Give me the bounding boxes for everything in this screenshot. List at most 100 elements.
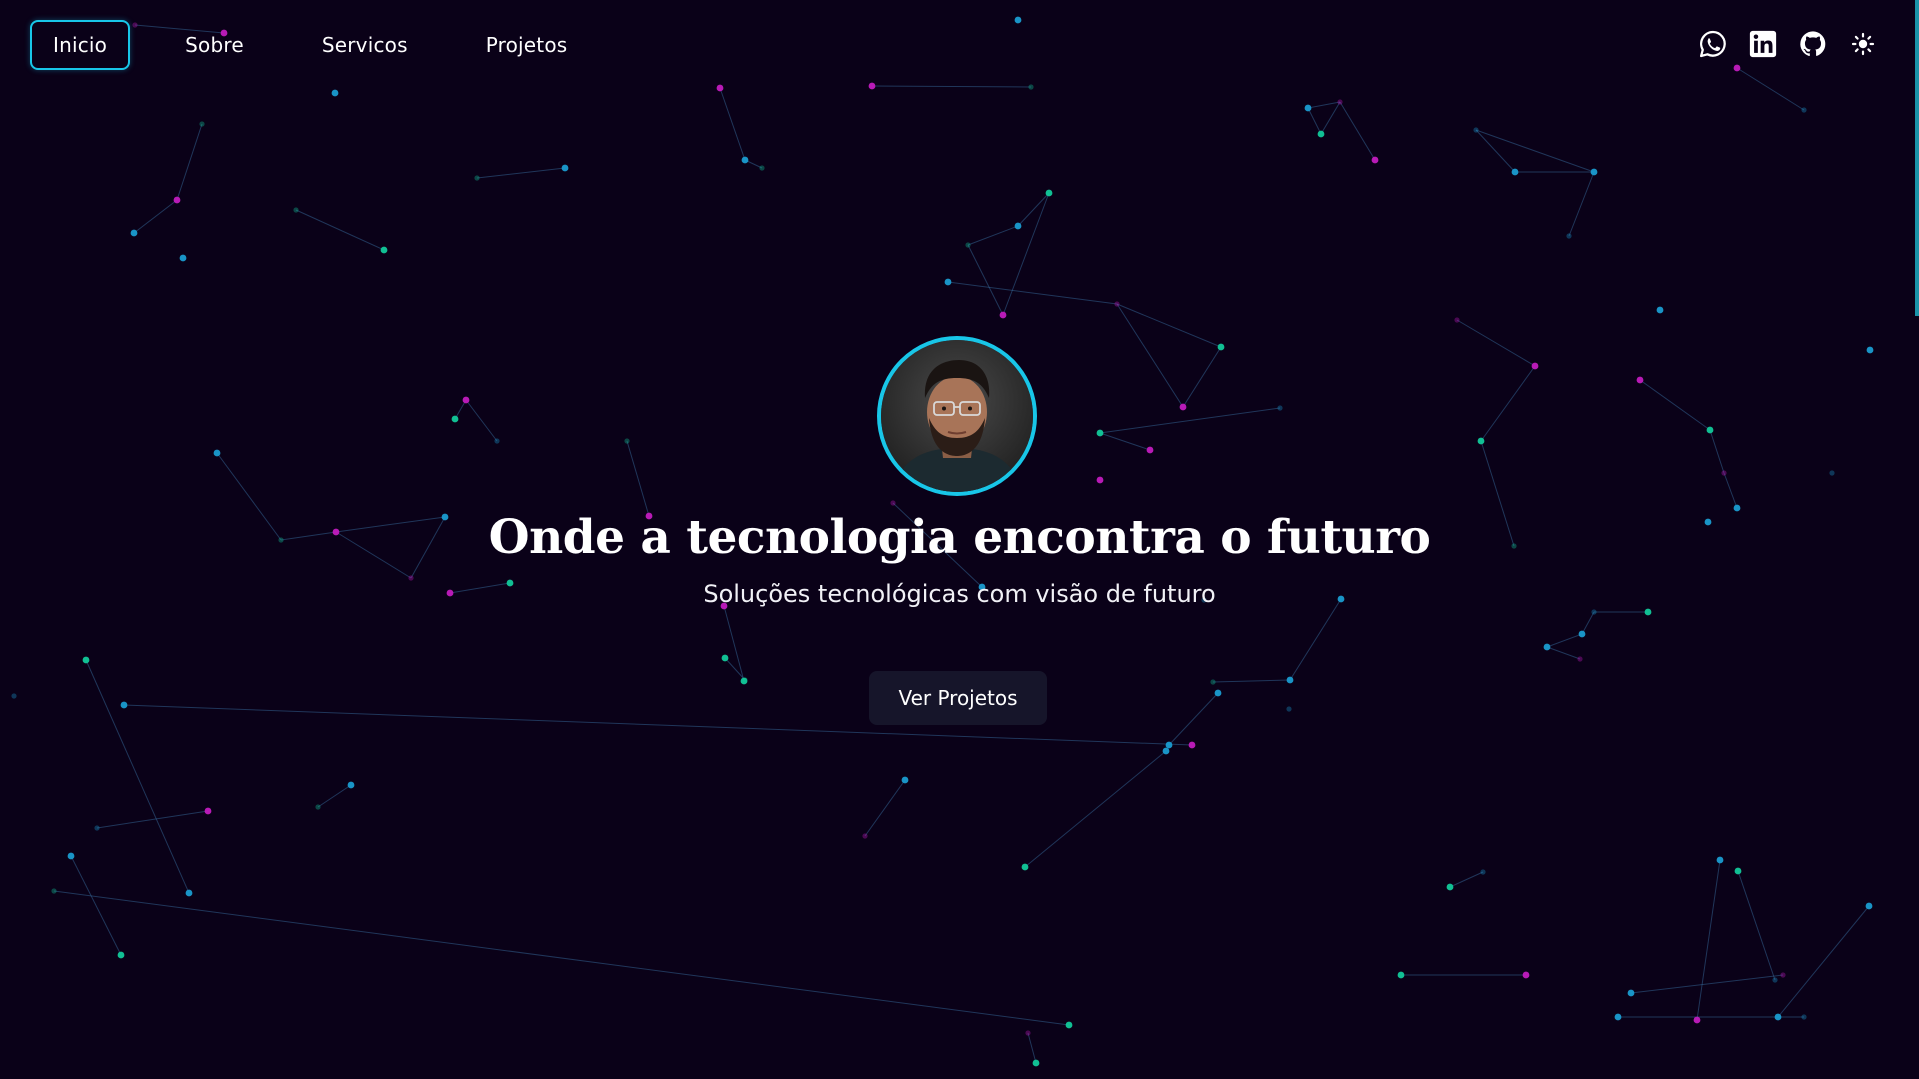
- network-node: [332, 528, 340, 536]
- network-node: [1045, 189, 1053, 197]
- sun-icon[interactable]: [1847, 28, 1879, 60]
- network-node: [82, 656, 90, 664]
- network-node: [1286, 706, 1292, 712]
- network-node: [901, 776, 909, 784]
- network-line: [1027, 1032, 1037, 1064]
- network-line: [724, 657, 746, 681]
- network-line: [1709, 429, 1725, 474]
- network-node: [561, 164, 569, 172]
- network-line: [1339, 101, 1376, 161]
- network-line: [1581, 611, 1595, 635]
- network-node: [1566, 233, 1572, 239]
- github-icon[interactable]: [1797, 28, 1829, 60]
- network-node: [1210, 679, 1216, 685]
- network-node: [451, 415, 459, 423]
- network-node: [1543, 643, 1551, 651]
- network-node: [474, 175, 480, 181]
- network-line: [410, 516, 446, 579]
- network-line: [1475, 129, 1516, 173]
- network-line: [626, 440, 650, 517]
- network-node: [1706, 426, 1714, 434]
- whatsapp-icon[interactable]: [1697, 28, 1729, 60]
- scrollbar[interactable]: [1915, 0, 1919, 316]
- view-projects-button[interactable]: Ver Projetos: [869, 671, 1047, 725]
- network-line: [1024, 750, 1167, 868]
- network-line: [96, 810, 209, 829]
- network-line: [1002, 192, 1050, 316]
- navbar: Inicio Sobre Servicos Projetos: [0, 0, 1919, 94]
- network-line: [1546, 633, 1583, 648]
- profile-photo: [881, 340, 1033, 492]
- network-line: [1696, 859, 1721, 1021]
- network-node: [446, 589, 454, 597]
- network-line: [719, 87, 746, 161]
- network-line: [449, 582, 511, 594]
- network-node: [347, 781, 355, 789]
- network-node: [278, 537, 284, 543]
- network-node: [1865, 902, 1873, 910]
- network-node: [1577, 656, 1583, 662]
- network-line: [1777, 905, 1870, 1018]
- network-node: [1201, 597, 1207, 603]
- network-node: [1590, 168, 1598, 176]
- network-node: [1304, 104, 1312, 112]
- network-node: [965, 242, 971, 248]
- network-node: [1214, 689, 1222, 697]
- network-node: [740, 677, 748, 685]
- network-line: [1212, 679, 1291, 683]
- network-node: [1114, 301, 1120, 307]
- network-node: [1704, 518, 1712, 526]
- network-line: [967, 225, 1019, 246]
- network-node: [1733, 504, 1741, 512]
- network-node: [494, 438, 500, 444]
- network-line: [1456, 319, 1536, 367]
- network-line: [1168, 692, 1219, 746]
- network-node: [1801, 107, 1807, 113]
- nav-link-inicio[interactable]: Inicio: [30, 20, 131, 70]
- network-node: [1162, 747, 1170, 755]
- network-node: [1477, 437, 1485, 445]
- network-line: [1099, 432, 1151, 451]
- network-line: [280, 531, 337, 541]
- network-node: [204, 807, 212, 815]
- network-line: [723, 605, 745, 682]
- network-node: [1636, 376, 1644, 384]
- network-node: [1317, 130, 1325, 138]
- network-line: [176, 123, 203, 201]
- network-node: [462, 396, 470, 404]
- network-node: [1032, 1059, 1040, 1067]
- network-node: [94, 825, 100, 831]
- network-line: [947, 281, 1118, 305]
- network-node: [185, 889, 193, 897]
- network-node: [944, 278, 952, 286]
- network-node: [315, 804, 321, 810]
- network-node: [1627, 989, 1635, 997]
- linkedin-icon[interactable]: [1747, 28, 1779, 60]
- network-node: [1656, 306, 1664, 314]
- network-node: [1480, 869, 1486, 875]
- network-node: [645, 512, 653, 520]
- network-node: [1531, 362, 1539, 370]
- network-line: [1449, 871, 1484, 888]
- network-node: [1146, 446, 1154, 454]
- network-line: [864, 779, 906, 837]
- network-line: [295, 209, 385, 251]
- network-node: [293, 207, 299, 213]
- network-node: [1774, 1013, 1782, 1021]
- network-node: [1021, 863, 1029, 871]
- network-node: [1446, 883, 1454, 891]
- network-line: [967, 244, 1004, 316]
- nav-link-servicos[interactable]: Servicos: [299, 20, 431, 70]
- network-node: [759, 165, 765, 171]
- network-node: [120, 701, 128, 709]
- nav-link-sobre[interactable]: Sobre: [162, 20, 267, 70]
- nav-link-projetos[interactable]: Projetos: [463, 20, 591, 70]
- network-node: [1179, 403, 1187, 411]
- network-line: [1480, 440, 1515, 547]
- network-node: [213, 449, 221, 457]
- network-line: [1017, 192, 1050, 227]
- network-node: [1644, 608, 1652, 616]
- network-node: [1511, 168, 1519, 176]
- network-node: [51, 888, 57, 894]
- network-node: [1522, 971, 1530, 979]
